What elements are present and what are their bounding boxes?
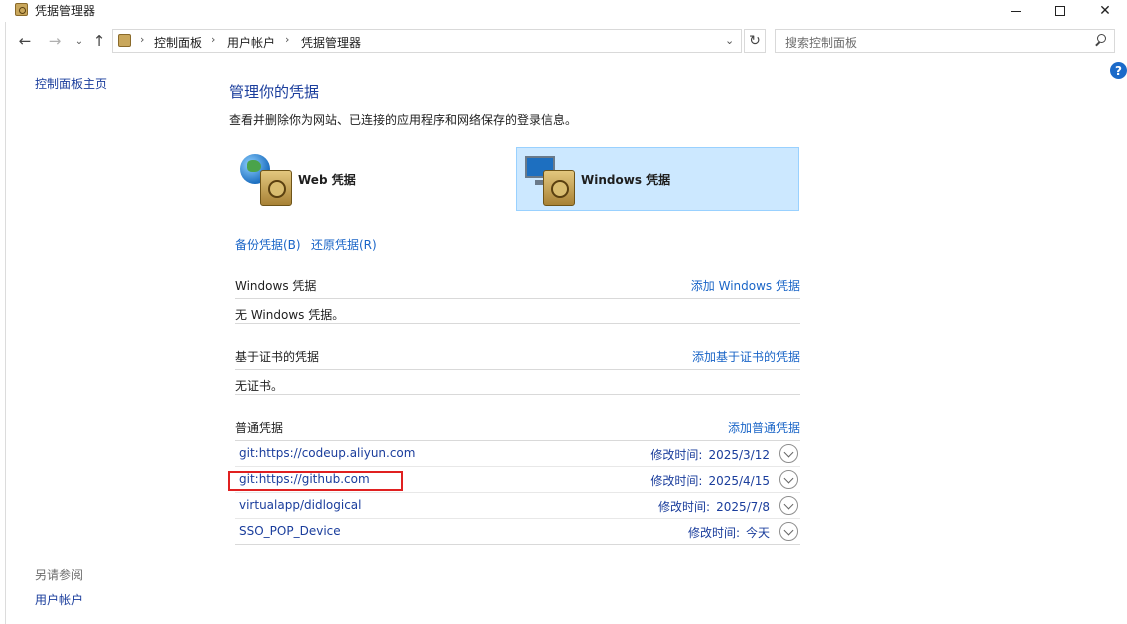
control-panel-icon xyxy=(118,34,131,47)
certificate-credentials-section-header: 基于证书的凭据 添加基于证书的凭据 xyxy=(235,348,800,370)
forward-arrow-icon: → xyxy=(48,32,62,50)
sidebar-item-user-accounts[interactable]: 用户帐户 xyxy=(35,591,83,608)
add-generic-credential-link[interactable]: 添加普通凭据 xyxy=(728,419,800,436)
help-icon[interactable]: ? xyxy=(1110,62,1127,79)
breadcrumb-separator-icon: › xyxy=(285,33,290,46)
address-dropdown-icon[interactable]: ⌄ xyxy=(725,34,734,47)
sidebar-item-control-panel-home[interactable]: 控制面板主页 xyxy=(35,75,107,92)
refresh-button[interactable]: ↻ xyxy=(744,29,766,53)
credential-modified: 修改时间: 2025/4/15 xyxy=(650,472,770,489)
maximize-button[interactable] xyxy=(1037,0,1083,22)
page-title: 管理你的凭据 xyxy=(229,83,320,101)
breadcrumb-separator-icon: › xyxy=(211,33,216,46)
backup-credentials-link[interactable]: 备份凭据(B) xyxy=(235,236,301,253)
section-title: 基于证书的凭据 xyxy=(235,350,320,364)
windows-credentials-label: Windows 凭据 xyxy=(581,172,671,187)
add-windows-credential-link[interactable]: 添加 Windows 凭据 xyxy=(691,277,800,294)
window-title: 凭据管理器 xyxy=(35,4,96,18)
credential-modified: 修改时间: 今天 xyxy=(688,524,770,541)
restore-credentials-link[interactable]: 还原凭据(R) xyxy=(311,236,377,253)
credential-modified: 修改时间: 2025/7/8 xyxy=(658,498,770,515)
title-bar: 凭据管理器 ✕ xyxy=(0,0,1127,22)
generic-credentials-section-header: 普通凭据 添加普通凭据 xyxy=(235,419,800,441)
search-placeholder: 搜索控制面板 xyxy=(785,36,858,50)
credential-row[interactable]: git:https://codeup.aliyun.com 修改时间: 2025/… xyxy=(235,441,800,467)
modified-date: 2025/7/8 xyxy=(716,500,770,514)
modified-date: 2025/4/15 xyxy=(708,474,770,488)
web-credentials-icon xyxy=(240,150,294,208)
back-button[interactable]: ← xyxy=(16,32,34,50)
windows-credentials-section-header: Windows 凭据 添加 Windows 凭据 xyxy=(235,277,800,299)
breadcrumb-user-accounts[interactable]: 用户帐户 xyxy=(227,34,275,51)
breadcrumb-control-panel[interactable]: 控制面板 xyxy=(154,34,202,51)
forward-button[interactable]: → xyxy=(46,32,64,50)
page-description: 查看并删除你为网站、已连接的应用程序和网络保存的登录信息。 xyxy=(229,113,578,127)
navigation-bar: ← → ⌄ ↑ › 控制面板 › 用户帐户 › 凭据管理器 ⌄ ↻ 搜索控制面板 xyxy=(0,28,1127,54)
windows-credentials-tile[interactable]: Windows 凭据 xyxy=(516,147,799,211)
expand-chevron-icon[interactable] xyxy=(779,522,798,541)
credential-row[interactable]: virtualapp/didlogical 修改时间: 2025/7/8 xyxy=(235,493,800,519)
chevron-down-icon: ⌄ xyxy=(74,35,84,47)
annotation-highlight-box xyxy=(228,471,403,491)
modified-label: 修改时间: xyxy=(650,448,703,462)
recent-locations-button[interactable]: ⌄ xyxy=(70,32,88,50)
windows-credentials-icon xyxy=(523,150,577,208)
web-credentials-tile[interactable]: Web 凭据 xyxy=(234,147,517,211)
back-arrow-icon: ← xyxy=(18,32,32,50)
certificate-credentials-empty: 无证书。 xyxy=(235,373,800,395)
credential-name: SSO_POP_Device xyxy=(239,524,341,538)
breadcrumb-credential-manager[interactable]: 凭据管理器 xyxy=(301,34,361,51)
search-icon xyxy=(1094,34,1106,46)
modified-label: 修改时间: xyxy=(658,500,711,514)
section-title: Windows 凭据 xyxy=(235,279,317,293)
address-bar[interactable]: › 控制面板 › 用户帐户 › 凭据管理器 ⌄ xyxy=(112,29,742,53)
breadcrumb-separator-icon: › xyxy=(140,33,145,46)
modified-date: 2025/3/12 xyxy=(708,448,770,462)
minimize-button[interactable] xyxy=(993,0,1039,22)
add-certificate-credential-link[interactable]: 添加基于证书的凭据 xyxy=(692,348,800,365)
close-button[interactable]: ✕ xyxy=(1082,0,1127,22)
up-button[interactable]: ↑ xyxy=(90,32,108,50)
modified-label: 修改时间: xyxy=(650,474,703,488)
windows-credentials-empty: 无 Windows 凭据。 xyxy=(235,302,800,324)
credential-name: git:https://codeup.aliyun.com xyxy=(239,446,416,460)
sidebar-see-also-heading: 另请参阅 xyxy=(35,568,84,582)
credential-manager-icon xyxy=(15,3,28,16)
modified-label: 修改时间: xyxy=(687,526,740,540)
close-icon: ✕ xyxy=(1099,3,1111,19)
up-arrow-icon: ↑ xyxy=(92,32,106,50)
expand-chevron-icon[interactable] xyxy=(779,470,798,489)
credential-name: virtualapp/didlogical xyxy=(239,498,362,512)
credential-row[interactable]: SSO_POP_Device 修改时间: 今天 xyxy=(235,519,800,545)
window-edge xyxy=(0,22,6,624)
section-title: 普通凭据 xyxy=(235,421,284,435)
refresh-icon: ↻ xyxy=(749,33,761,49)
credential-modified: 修改时间: 2025/3/12 xyxy=(650,446,770,463)
modified-date: 今天 xyxy=(745,526,770,540)
web-credentials-label: Web 凭据 xyxy=(298,172,356,187)
expand-chevron-icon[interactable] xyxy=(779,444,798,463)
expand-chevron-icon[interactable] xyxy=(779,496,798,515)
search-input[interactable]: 搜索控制面板 xyxy=(775,29,1115,53)
